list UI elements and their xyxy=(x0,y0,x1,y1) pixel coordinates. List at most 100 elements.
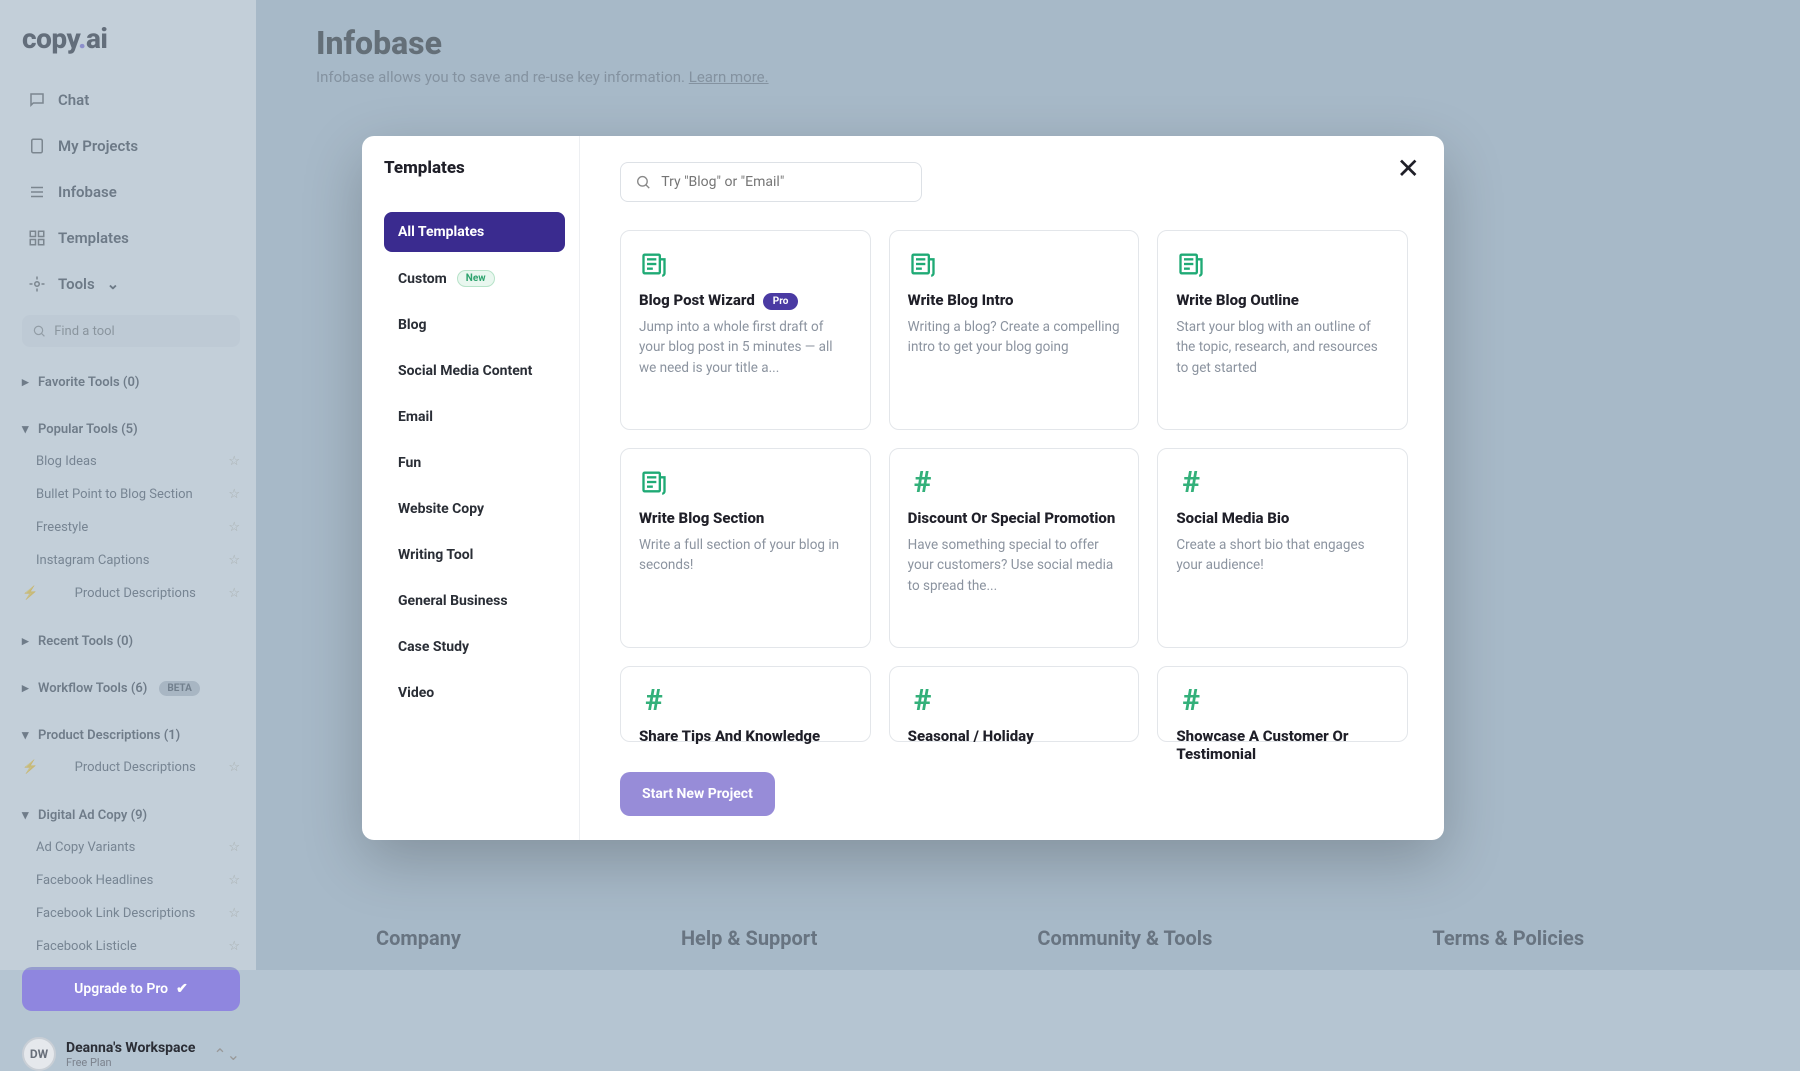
nav-projects[interactable]: My Projects xyxy=(22,127,240,165)
hash-icon: # xyxy=(1176,467,1206,497)
nav-tools[interactable]: Tools ⌄ xyxy=(22,265,240,303)
star-icon[interactable]: ☆ xyxy=(228,487,240,502)
section-prod-desc[interactable]: ▾Product Descriptions (1) xyxy=(22,724,240,747)
category-blog[interactable]: Blog xyxy=(384,305,565,345)
template-card[interactable]: Write Blog Section Write a full section … xyxy=(620,448,871,648)
chevron-down-icon: ▾ xyxy=(22,422,32,437)
star-icon[interactable]: ☆ xyxy=(228,760,240,775)
card-title: Showcase A Customer Or Testimonial xyxy=(1176,727,1389,763)
tool-item[interactable]: Freestyle☆ xyxy=(22,515,240,540)
card-desc: Writing a blog? Create a compelling intr… xyxy=(908,317,1121,358)
star-icon[interactable]: ☆ xyxy=(228,520,240,535)
template-card[interactable]: # Social Media Bio Create a short bio th… xyxy=(1157,448,1408,648)
tool-item[interactable]: Blog Ideas☆ xyxy=(22,449,240,474)
beta-badge: BETA xyxy=(159,681,200,696)
modal-heading: Templates xyxy=(384,158,565,178)
chevron-right-icon: ▸ xyxy=(22,375,32,390)
tools-icon xyxy=(28,275,46,293)
nav-label: Infobase xyxy=(58,183,117,201)
section-workflow[interactable]: ▸Workflow Tools (6)BETA xyxy=(22,677,240,700)
card-title: Write Blog Outline xyxy=(1176,291,1389,309)
close-icon[interactable]: ✕ xyxy=(1397,152,1420,185)
template-card[interactable]: # Share Tips And Knowledge xyxy=(620,666,871,742)
card-desc: Write a full section of your blog in sec… xyxy=(639,535,852,576)
category-email[interactable]: Email xyxy=(384,397,565,437)
sidebar: copy.ai Chat My Projects Infobase Templa… xyxy=(0,0,256,970)
chevron-down-icon: ⌄ xyxy=(107,275,120,293)
start-new-project-button[interactable]: Start New Project xyxy=(620,772,775,816)
category-video[interactable]: Video xyxy=(384,673,565,713)
section-recent[interactable]: ▸Recent Tools (0) xyxy=(22,630,240,653)
footer-col[interactable]: Company xyxy=(376,926,461,950)
card-title: Write Blog Intro xyxy=(908,291,1121,309)
blog-icon xyxy=(908,249,938,279)
nav-infobase[interactable]: Infobase xyxy=(22,173,240,211)
category-casestudy[interactable]: Case Study xyxy=(384,627,565,667)
star-icon[interactable]: ☆ xyxy=(228,906,240,921)
tool-item[interactable]: Instagram Captions☆ xyxy=(22,548,240,573)
nav-label: Chat xyxy=(58,91,89,109)
star-icon[interactable]: ☆ xyxy=(228,840,240,855)
section-digital[interactable]: ▾Digital Ad Copy (9) xyxy=(22,804,240,827)
hash-icon: # xyxy=(639,685,669,715)
nav-chat[interactable]: Chat xyxy=(22,81,240,119)
category-social[interactable]: Social Media Content xyxy=(384,351,565,391)
section-favorite[interactable]: ▸Favorite Tools (0) xyxy=(22,371,240,394)
page-title: Infobase xyxy=(316,24,1740,62)
card-desc: Have something special to offer your cus… xyxy=(908,535,1121,596)
tool-item[interactable]: ⚡Product Descriptions☆ xyxy=(22,755,240,780)
tool-item[interactable]: Ad Copy Variants☆ xyxy=(22,835,240,860)
upgrade-button[interactable]: Upgrade to Pro ✔ xyxy=(22,967,240,1011)
modal-search[interactable] xyxy=(620,162,922,202)
template-card[interactable]: Write Blog Outline Start your blog with … xyxy=(1157,230,1408,430)
pro-badge: Pro xyxy=(763,293,799,310)
template-card[interactable]: # Showcase A Customer Or Testimonial xyxy=(1157,666,1408,742)
card-title: Social Media Bio xyxy=(1176,509,1389,527)
star-icon[interactable]: ☆ xyxy=(228,454,240,469)
hash-icon: # xyxy=(908,685,938,715)
bolt-icon: ⚡ xyxy=(22,586,38,601)
footer-col[interactable]: Community & Tools xyxy=(1037,926,1212,950)
workspace-switcher[interactable]: DW Deanna's Workspace Free Plan ⌃⌄ xyxy=(22,1037,240,1071)
sidebar-search-input[interactable] xyxy=(54,324,230,339)
category-general[interactable]: General Business xyxy=(384,581,565,621)
category-website[interactable]: Website Copy xyxy=(384,489,565,529)
workspace-plan: Free Plan xyxy=(66,1056,195,1069)
chevron-down-icon: ▾ xyxy=(22,728,32,743)
footer-col[interactable]: Terms & Policies xyxy=(1432,926,1584,950)
category-all[interactable]: All Templates xyxy=(384,212,565,252)
category-writing[interactable]: Writing Tool xyxy=(384,535,565,575)
star-icon[interactable]: ☆ xyxy=(228,873,240,888)
hash-icon: # xyxy=(1176,685,1206,715)
star-icon[interactable]: ☆ xyxy=(228,553,240,568)
footer-col[interactable]: Help & Support xyxy=(681,926,817,950)
tool-item[interactable]: ⚡Product Descriptions☆ xyxy=(22,581,240,606)
section-popular[interactable]: ▾Popular Tools (5) xyxy=(22,418,240,441)
nav-label: Templates xyxy=(58,229,129,247)
tool-item[interactable]: Facebook Listicle☆ xyxy=(22,934,240,959)
learn-more-link[interactable]: Learn more. xyxy=(689,68,769,86)
category-fun[interactable]: Fun xyxy=(384,443,565,483)
footer: Company Help & Support Community & Tools… xyxy=(256,926,1800,950)
chevron-down-icon: ▾ xyxy=(22,808,32,823)
template-card[interactable]: # Discount Or Special Promotion Have som… xyxy=(889,448,1140,648)
tool-item[interactable]: Bullet Point to Blog Section☆ xyxy=(22,482,240,507)
modal-main: ✕ Blog Post WizardPro Jump into a whole … xyxy=(580,136,1444,840)
nav-label: Tools xyxy=(58,275,95,293)
nav-label: My Projects xyxy=(58,137,138,155)
tool-item[interactable]: Facebook Headlines☆ xyxy=(22,868,240,893)
nav-templates[interactable]: Templates xyxy=(22,219,240,257)
template-card[interactable]: Write Blog Intro Writing a blog? Create … xyxy=(889,230,1140,430)
selector-icon: ⌃⌄ xyxy=(213,1045,240,1064)
template-card[interactable]: # Seasonal / Holiday xyxy=(889,666,1140,742)
star-icon[interactable]: ☆ xyxy=(228,939,240,954)
modal-search-input[interactable] xyxy=(661,174,907,190)
tool-item[interactable]: Facebook Link Descriptions☆ xyxy=(22,901,240,926)
category-custom[interactable]: Custom New xyxy=(384,258,565,299)
star-icon[interactable]: ☆ xyxy=(228,586,240,601)
template-card[interactable]: Blog Post WizardPro Jump into a whole fi… xyxy=(620,230,871,430)
card-title: Seasonal / Holiday xyxy=(908,727,1121,745)
chevron-right-icon: ▸ xyxy=(22,681,32,696)
sidebar-search[interactable] xyxy=(22,315,240,347)
bolt-icon: ⚡ xyxy=(22,760,38,775)
